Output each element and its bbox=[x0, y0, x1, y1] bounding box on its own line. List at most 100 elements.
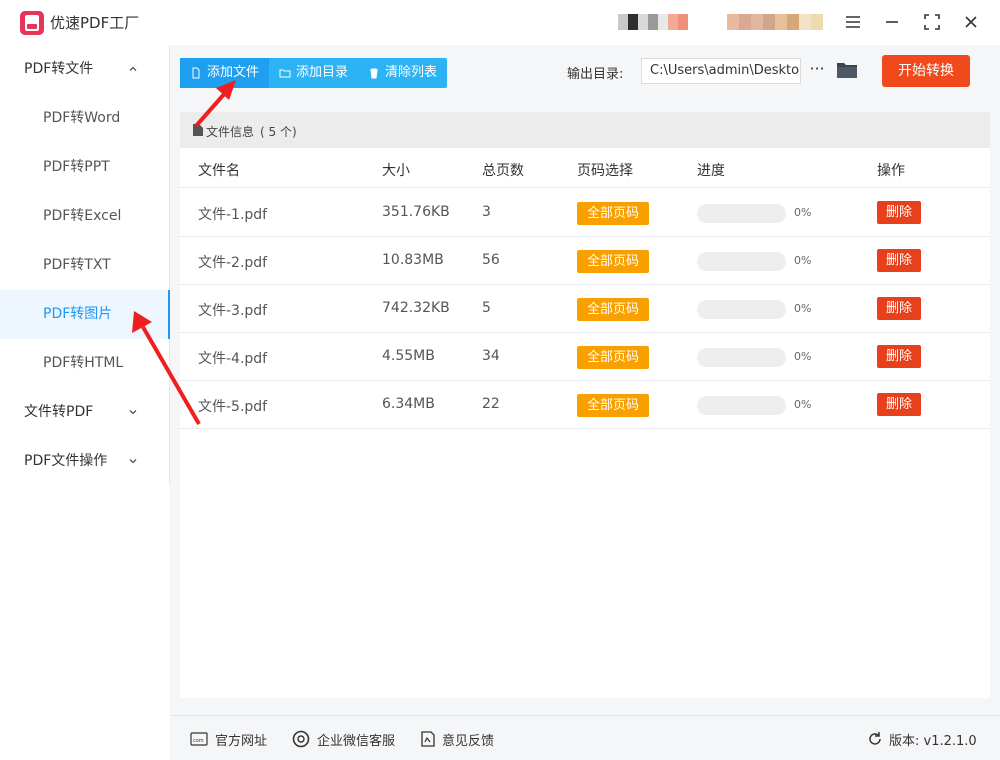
svg-text:com: com bbox=[193, 738, 204, 744]
table-row[interactable]: 文件-2.pdf 10.83MB 56 全部页码 0% 删除 bbox=[180, 237, 990, 285]
delete-button[interactable]: 删除 bbox=[877, 249, 921, 272]
sidebar-item-label: PDF转PPT bbox=[43, 159, 110, 175]
table-row[interactable]: 文件-3.pdf 742.32KB 5 全部页码 0% 删除 bbox=[180, 285, 990, 333]
file-info-header: 文件信息 ( 5 个) bbox=[180, 112, 990, 148]
column-header-page-select: 页码选择 bbox=[577, 163, 633, 179]
file-count: ( 5 个) bbox=[260, 125, 297, 139]
blurred-user-name bbox=[727, 14, 823, 30]
feedback-icon bbox=[421, 731, 435, 747]
chevron-down-icon bbox=[128, 456, 138, 466]
feedback-label: 意见反馈 bbox=[442, 733, 495, 749]
sidebar-item-label: PDF转Word bbox=[43, 110, 121, 126]
sidebar: PDF转文件 PDF转Word PDF转PPT PDF转Excel PDF转TX… bbox=[0, 45, 170, 485]
page-select-button[interactable]: 全部页码 bbox=[577, 394, 649, 417]
file-name: 文件-1.pdf bbox=[198, 207, 268, 223]
progress-bar bbox=[697, 348, 786, 367]
version-label: 版本: v1.2.1.0 bbox=[889, 733, 977, 749]
sidebar-item-label: PDF转TXT bbox=[43, 257, 111, 273]
sidebar-group-file-to-pdf[interactable]: 文件转PDF bbox=[0, 388, 170, 437]
progress-percent: 0% bbox=[794, 398, 812, 411]
page-count: 3 bbox=[482, 204, 491, 220]
website-link[interactable]: com 官方网址 bbox=[190, 729, 267, 749]
add-folder-button[interactable]: 添加目录 bbox=[269, 58, 358, 88]
file-name: 文件-5.pdf bbox=[198, 399, 268, 415]
sidebar-group-label: PDF文件操作 bbox=[24, 453, 108, 469]
column-header-size: 大小 bbox=[382, 163, 410, 179]
table-row[interactable]: 文件-5.pdf 6.34MB 22 全部页码 0% 删除 bbox=[180, 381, 990, 429]
sidebar-item-label: PDF转HTML bbox=[43, 355, 124, 371]
sidebar-group-label: PDF转文件 bbox=[24, 61, 94, 77]
delete-button[interactable]: 删除 bbox=[877, 201, 921, 224]
add-folder-label: 添加目录 bbox=[296, 65, 349, 80]
file-size: 4.55MB bbox=[382, 348, 435, 364]
delete-button[interactable]: 删除 bbox=[877, 297, 921, 320]
page-select-button[interactable]: 全部页码 bbox=[577, 298, 649, 321]
main-area: 添加文件 添加目录 清除列表 输出目录: C:\Users\admin\Desk… bbox=[170, 45, 1000, 715]
delete-button[interactable]: 删除 bbox=[877, 393, 921, 416]
clear-list-label: 清除列表 bbox=[385, 65, 438, 80]
open-folder-icon[interactable] bbox=[836, 60, 858, 80]
file-size: 742.32KB bbox=[382, 300, 450, 316]
column-header-pages: 总页数 bbox=[482, 163, 524, 179]
file-list-panel: 文件信息 ( 5 个) 文件名 大小 总页数 页码选择 进度 操作 文件-1.p… bbox=[180, 112, 990, 698]
sidebar-item-pdf-to-excel[interactable]: PDF转Excel bbox=[0, 192, 170, 241]
file-toolbar: 添加文件 添加目录 清除列表 bbox=[180, 58, 448, 88]
chat-icon bbox=[292, 730, 310, 748]
version-info: 版本: v1.2.1.0 bbox=[867, 729, 977, 749]
folder-icon bbox=[279, 69, 291, 78]
column-header-progress: 进度 bbox=[697, 163, 725, 179]
file-size: 6.34MB bbox=[382, 396, 435, 412]
sidebar-group-pdf-operations[interactable]: PDF文件操作 bbox=[0, 437, 170, 486]
sidebar-item-pdf-to-html[interactable]: PDF转HTML bbox=[0, 339, 170, 388]
minimize-icon[interactable] bbox=[880, 10, 904, 34]
sidebar-item-pdf-to-image[interactable]: PDF转图片 bbox=[0, 290, 170, 339]
progress-percent: 0% bbox=[794, 302, 812, 315]
file-name: 文件-2.pdf bbox=[198, 255, 268, 271]
file-size: 10.83MB bbox=[382, 252, 444, 268]
file-name: 文件-3.pdf bbox=[198, 303, 268, 319]
sidebar-item-pdf-to-word[interactable]: PDF转Word bbox=[0, 94, 170, 143]
sidebar-item-pdf-to-ppt[interactable]: PDF转PPT bbox=[0, 143, 170, 192]
table-row[interactable]: 文件-4.pdf 4.55MB 34 全部页码 0% 删除 bbox=[180, 333, 990, 381]
close-icon[interactable] bbox=[959, 10, 983, 34]
output-dir-label: 输出目录: bbox=[567, 67, 624, 82]
wechat-service-label: 企业微信客服 bbox=[317, 733, 396, 749]
app-logo bbox=[20, 11, 44, 35]
start-convert-button[interactable]: 开始转换 bbox=[882, 55, 970, 87]
trash-icon bbox=[370, 68, 379, 79]
page-count: 5 bbox=[482, 300, 491, 316]
file-info-title: 文件信息 bbox=[206, 125, 255, 139]
sidebar-group-pdf-to-file[interactable]: PDF转文件 bbox=[0, 45, 170, 94]
progress-bar bbox=[697, 204, 786, 223]
column-header-action: 操作 bbox=[877, 163, 905, 179]
maximize-icon[interactable] bbox=[920, 10, 944, 34]
blurred-user-avatar bbox=[618, 14, 688, 30]
chevron-up-icon bbox=[128, 64, 138, 74]
page-select-button[interactable]: 全部页码 bbox=[577, 202, 649, 225]
table-row[interactable]: 文件-1.pdf 351.76KB 3 全部页码 0% 删除 bbox=[180, 189, 990, 237]
page-count: 34 bbox=[482, 348, 500, 364]
progress-bar bbox=[697, 300, 786, 319]
progress-percent: 0% bbox=[794, 254, 812, 267]
feedback-link[interactable]: 意见反馈 bbox=[421, 729, 494, 749]
sidebar-item-label: PDF转Excel bbox=[43, 208, 122, 224]
hamburger-icon[interactable] bbox=[841, 10, 865, 34]
page-count: 22 bbox=[482, 396, 500, 412]
clear-list-button[interactable]: 清除列表 bbox=[358, 58, 447, 88]
file-name: 文件-4.pdf bbox=[198, 351, 268, 367]
refresh-icon[interactable] bbox=[867, 731, 883, 747]
sidebar-item-pdf-to-txt[interactable]: PDF转TXT bbox=[0, 241, 170, 290]
progress-percent: 0% bbox=[794, 350, 812, 363]
delete-button[interactable]: 删除 bbox=[877, 345, 921, 368]
file-size: 351.76KB bbox=[382, 204, 450, 220]
column-header-name: 文件名 bbox=[198, 163, 240, 179]
wechat-service-link[interactable]: 企业微信客服 bbox=[292, 729, 395, 749]
sidebar-group-label: 文件转PDF bbox=[24, 404, 94, 420]
app-title: 优速PDF工厂 bbox=[50, 14, 140, 32]
add-file-button[interactable]: 添加文件 bbox=[180, 58, 270, 88]
website-label: 官方网址 bbox=[215, 733, 268, 749]
more-options-button[interactable]: ··· bbox=[807, 58, 827, 84]
page-select-button[interactable]: 全部页码 bbox=[577, 250, 649, 273]
page-select-button[interactable]: 全部页码 bbox=[577, 346, 649, 369]
output-dir-field[interactable]: C:\Users\admin\Deskto bbox=[641, 58, 801, 84]
